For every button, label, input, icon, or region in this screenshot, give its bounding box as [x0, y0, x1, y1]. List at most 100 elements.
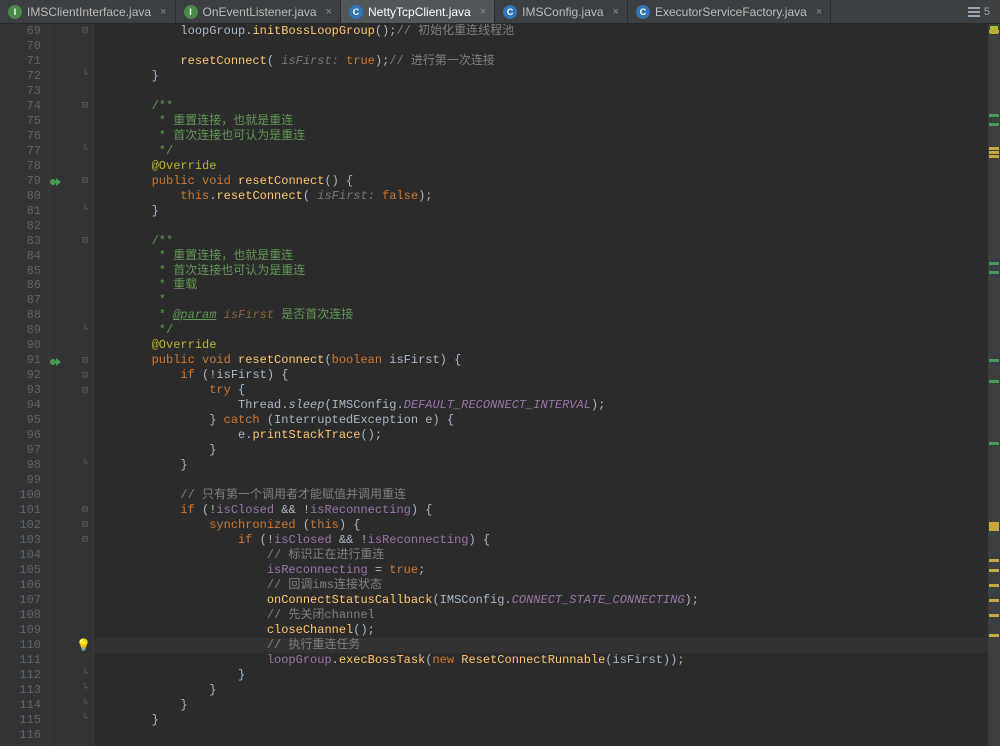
code-line[interactable] [94, 473, 988, 488]
scroll-marker[interactable] [989, 614, 999, 617]
line-number[interactable]: 113 [0, 683, 41, 698]
code-line[interactable] [94, 84, 988, 99]
scroll-marker[interactable] [989, 271, 999, 274]
code-line[interactable]: this.resetConnect( isFirst: false); [94, 189, 988, 204]
line-number[interactable]: 74 [0, 99, 41, 114]
code-line[interactable]: public void resetConnect() { [94, 174, 988, 189]
code-line[interactable]: } [94, 668, 988, 683]
close-icon[interactable]: × [326, 6, 332, 18]
line-number[interactable]: 81 [0, 204, 41, 219]
fold-toggle-icon[interactable]: └ [82, 70, 88, 81]
line-number[interactable]: 86 [0, 278, 41, 293]
code-line[interactable]: @Override [94, 159, 988, 174]
code-line[interactable]: Thread.sleep(IMSConfig.DEFAULT_RECONNECT… [94, 398, 988, 413]
code-line[interactable]: /** [94, 234, 988, 249]
code-line[interactable]: if (!isClosed && !isReconnecting) { [94, 533, 988, 548]
fold-toggle-icon[interactable]: ⊟ [82, 25, 88, 37]
line-number[interactable]: 71 [0, 54, 41, 69]
override-gutter-icon[interactable] [56, 178, 61, 186]
line-number[interactable]: 75 [0, 114, 41, 129]
fold-toggle-icon[interactable]: └ [82, 459, 88, 470]
line-number[interactable]: 93 [0, 383, 41, 398]
code-line[interactable]: loopGroup.initBossLoopGroup();// 初始化重连线程… [94, 24, 988, 39]
line-number[interactable]: 102 [0, 518, 41, 533]
code-line[interactable]: } catch (InterruptedException e) { [94, 413, 988, 428]
code-line[interactable]: * [94, 293, 988, 308]
line-number[interactable]: 78 [0, 159, 41, 174]
scroll-marker[interactable] [989, 380, 999, 383]
line-number[interactable]: 88 [0, 308, 41, 323]
close-icon[interactable]: × [613, 6, 619, 18]
line-number[interactable]: 70 [0, 39, 41, 54]
scroll-marker[interactable] [989, 114, 999, 117]
scroll-marker[interactable] [989, 634, 999, 637]
editor-tab[interactable]: CNettyTcpClient.java× [341, 0, 495, 23]
code-line[interactable]: // 只有第一个调用者才能赋值并调用重连 [94, 488, 988, 503]
close-icon[interactable]: × [480, 6, 486, 18]
scroll-marker[interactable] [989, 599, 999, 602]
code-area[interactable]: loopGroup.initBossLoopGroup();// 初始化重连线程… [94, 24, 988, 746]
code-line[interactable]: if (!isClosed && !isReconnecting) { [94, 503, 988, 518]
line-number[interactable]: 84 [0, 249, 41, 264]
scroll-marker[interactable] [989, 262, 999, 265]
line-number[interactable]: 90 [0, 338, 41, 353]
line-number[interactable]: 73 [0, 84, 41, 99]
line-number[interactable]: 114 [0, 698, 41, 713]
code-line[interactable]: * 首次连接也可认为是重连 [94, 129, 988, 144]
line-number[interactable]: 108 [0, 608, 41, 623]
line-number[interactable]: 111 [0, 653, 41, 668]
fold-toggle-icon[interactable]: └ [82, 145, 88, 156]
line-number[interactable]: 79 [0, 174, 41, 189]
fold-toggle-icon[interactable]: └ [82, 205, 88, 216]
line-number[interactable]: 77 [0, 144, 41, 159]
code-line[interactable]: @Override [94, 338, 988, 353]
line-number[interactable]: 95 [0, 413, 41, 428]
fold-toggle-icon[interactable]: └ [82, 669, 88, 680]
line-number[interactable]: 103 [0, 533, 41, 548]
line-number[interactable]: 112 [0, 668, 41, 683]
code-line[interactable]: } [94, 683, 988, 698]
line-number[interactable]: 100 [0, 488, 41, 503]
code-line[interactable]: */ [94, 144, 988, 159]
line-number[interactable]: 99 [0, 473, 41, 488]
editor-tab[interactable]: CExecutorServiceFactory.java× [628, 0, 831, 23]
line-number[interactable]: 87 [0, 293, 41, 308]
fold-toggle-icon[interactable]: ⊟ [82, 100, 88, 112]
code-line[interactable]: } [94, 458, 988, 473]
code-line[interactable]: synchronized (this) { [94, 518, 988, 533]
fold-toggle-icon[interactable]: ⊟ [82, 235, 88, 247]
scroll-marker[interactable] [989, 528, 999, 531]
scroll-marker[interactable] [989, 584, 999, 587]
line-number[interactable]: 109 [0, 623, 41, 638]
code-line[interactable] [94, 39, 988, 54]
line-number[interactable]: 110 [0, 638, 41, 653]
code-line[interactable]: * @param isFirst 是否首次连接 [94, 308, 988, 323]
code-line[interactable]: if (!isFirst) { [94, 368, 988, 383]
line-number[interactable]: 106 [0, 578, 41, 593]
scroll-marker[interactable] [989, 30, 999, 33]
code-line[interactable]: } [94, 69, 988, 84]
code-line[interactable]: * 重置连接，也就是重连 [94, 114, 988, 129]
line-number[interactable]: 76 [0, 129, 41, 144]
editor-tab[interactable]: IOnEventListener.java× [176, 0, 342, 23]
scroll-marker[interactable] [989, 155, 999, 158]
code-line[interactable]: } [94, 204, 988, 219]
code-line[interactable]: e.printStackTrace(); [94, 428, 988, 443]
tabs-overflow[interactable]: 5 [958, 0, 1000, 23]
line-number[interactable]: 98 [0, 458, 41, 473]
scroll-marker[interactable] [989, 359, 999, 362]
code-line[interactable] [94, 728, 988, 743]
line-number[interactable]: 116 [0, 728, 41, 743]
line-number[interactable]: 92 [0, 368, 41, 383]
line-number[interactable]: 105 [0, 563, 41, 578]
fold-toggle-icon[interactable]: ⊟ [82, 370, 88, 382]
close-icon[interactable]: × [160, 6, 166, 18]
code-line[interactable]: */ [94, 323, 988, 338]
intention-bulb-icon[interactable]: 💡 [76, 638, 91, 653]
fold-toggle-icon[interactable]: └ [82, 699, 88, 710]
scroll-marker[interactable] [989, 569, 999, 572]
code-line[interactable]: * 重载 [94, 278, 988, 293]
code-line[interactable]: // 执行重连任务 [94, 638, 988, 653]
code-line[interactable]: // 先关闭channel [94, 608, 988, 623]
fold-toggle-icon[interactable]: ⊟ [82, 385, 88, 397]
